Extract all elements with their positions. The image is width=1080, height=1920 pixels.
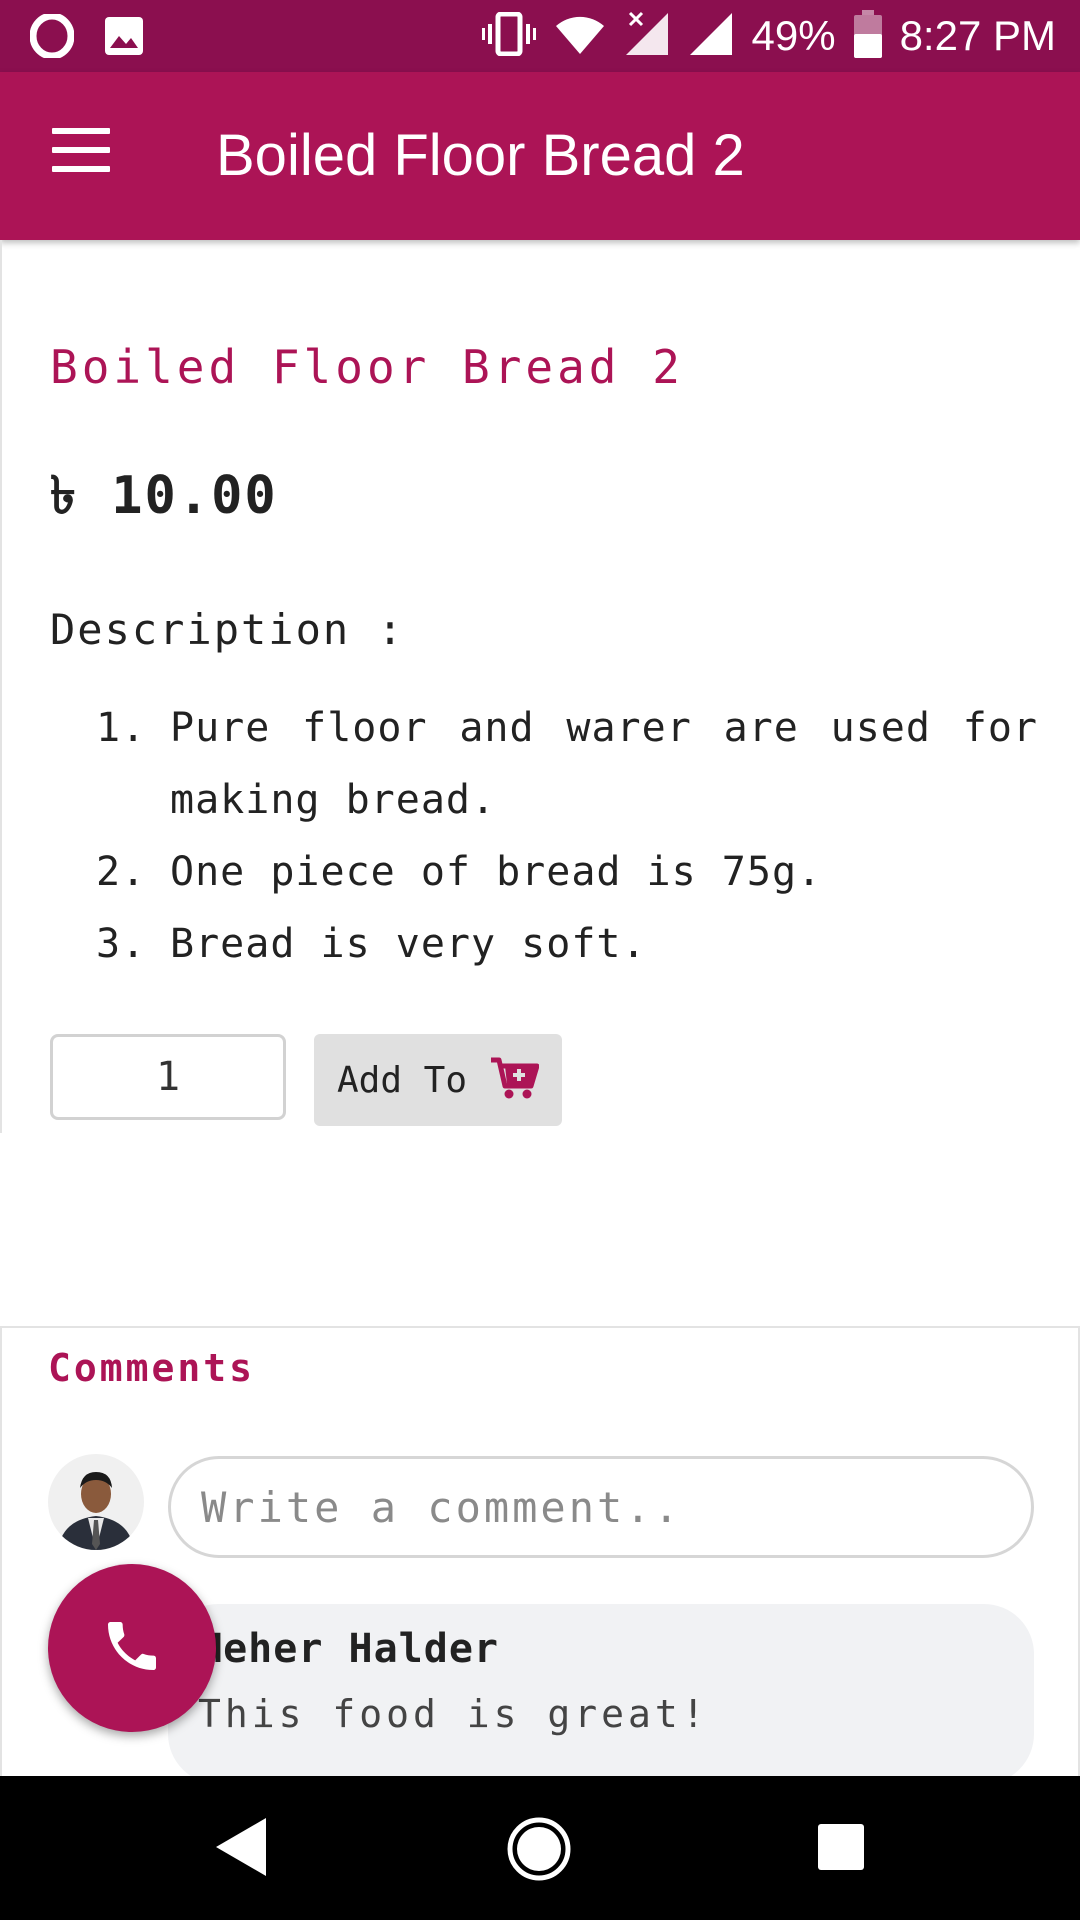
comment-input[interactable]: [168, 1456, 1034, 1558]
call-button[interactable]: [48, 1564, 216, 1732]
battery-icon: [853, 9, 882, 63]
list-item: 1. Pure floor and warer are used for mak…: [96, 705, 1038, 823]
comment-item: Meher Halder This food is great!: [168, 1604, 1034, 1784]
recents-icon[interactable]: [818, 1824, 864, 1870]
list-item: 3. Bread is very soft.: [96, 921, 647, 967]
signal-x-icon: [624, 11, 670, 62]
status-bar: 49% 8:27 PM: [0, 0, 1080, 72]
comment-text: This food is great!: [198, 1692, 709, 1736]
page-title: Boiled Floor Bread 2: [216, 123, 745, 188]
cart-plus-icon: [489, 1056, 540, 1104]
vibrate-icon: [481, 11, 536, 61]
signal-icon: [688, 11, 734, 62]
app-bar: Boiled Floor Bread 2: [0, 72, 1080, 240]
add-to-cart-button[interactable]: Add To: [314, 1034, 562, 1126]
clock: 8:27 PM: [899, 12, 1056, 59]
hamburger-menu-icon[interactable]: [52, 128, 112, 184]
phone-icon: [100, 1614, 164, 1682]
wifi-icon: [554, 12, 606, 61]
image-icon: [104, 16, 144, 61]
list-item: 2. One piece of bread is 75g.: [96, 849, 823, 895]
description-list: 1. Pure floor and warer are used for mak…: [50, 692, 1038, 980]
add-to-cart-label: Add To: [336, 1059, 468, 1101]
comment-author: Meher Halder: [198, 1626, 499, 1672]
opera-icon: [29, 12, 75, 63]
avatar: [48, 1454, 144, 1550]
product-name: Boiled Floor Bread 2: [50, 340, 684, 394]
quantity-input[interactable]: [50, 1034, 286, 1120]
back-icon[interactable]: [214, 1816, 268, 1882]
battery-percent: 49%: [751, 12, 836, 59]
product-details: Boiled Floor Bread 2 ৳ 10.00 Description…: [0, 240, 1080, 1133]
home-icon[interactable]: [506, 1816, 572, 1886]
product-price: ৳ 10.00: [50, 466, 278, 526]
navigation-bar: [0, 1776, 1080, 1920]
description-label: Description :: [50, 605, 405, 654]
comments-title: Comments: [48, 1346, 256, 1390]
